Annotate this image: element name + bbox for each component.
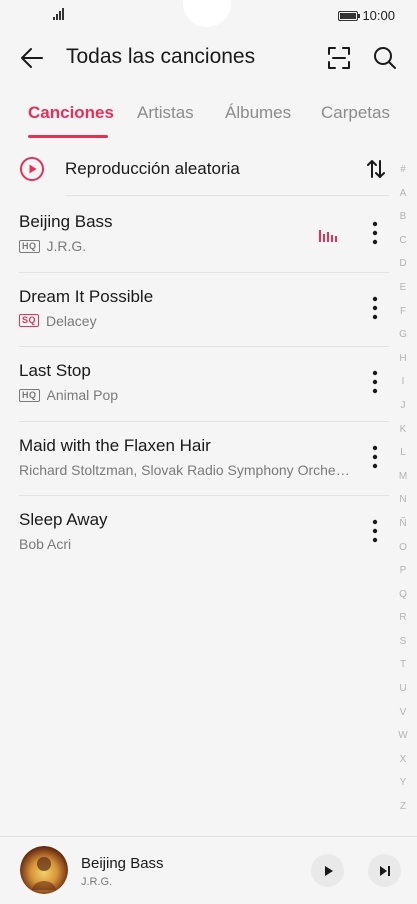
status-time: 10:00: [362, 8, 395, 23]
song-artist: Delacey: [46, 312, 97, 329]
more-options-icon[interactable]: [366, 295, 384, 321]
mini-player[interactable]: Beijing Bass J.R.G.: [0, 837, 417, 904]
next-track-button[interactable]: [368, 854, 401, 887]
alphabet-index-letter[interactable]: Ñ: [392, 512, 414, 536]
album-art[interactable]: [20, 846, 68, 894]
alphabet-index-letter[interactable]: J: [392, 394, 414, 418]
alphabet-index-letter[interactable]: M: [392, 465, 414, 489]
song-subtitle: Richard Stoltzman, Slovak Radio Symphony…: [19, 462, 350, 478]
status-bar: 10:00: [0, 0, 417, 30]
now-playing-bars-icon: [319, 230, 337, 242]
song-subtitle: SQ Delacey: [19, 313, 97, 329]
tab-artistas[interactable]: Artistas: [137, 103, 194, 123]
song-item[interactable]: Maid with the Flaxen Hair Richard Stoltz…: [0, 422, 395, 496]
tab-bar: Canciones Artistas Álbumes Carpetas: [0, 98, 417, 138]
song-artist: Animal Pop: [46, 387, 119, 403]
alphabet-index-letter[interactable]: A: [392, 182, 414, 206]
alphabet-index-letter[interactable]: B: [392, 205, 414, 229]
song-item[interactable]: Sleep Away Bob Acri: [0, 496, 395, 571]
song-title: Last Stop: [19, 361, 91, 380]
app-header: Todas las canciones: [0, 34, 417, 82]
now-playing-title: Beijing Bass: [81, 855, 164, 872]
page-title: Todas las canciones: [66, 45, 256, 68]
tab-canciones[interactable]: Canciones: [28, 103, 114, 123]
song-title: Maid with the Flaxen Hair: [19, 435, 211, 455]
song-title: Beijing Bass: [19, 212, 113, 231]
tab-albumes[interactable]: Álbumes: [225, 103, 291, 123]
alphabet-index[interactable]: # A B C D E F G H I J K L M N Ñ O P Q R S T U V W X Y Z: [392, 158, 414, 819]
divider: [65, 195, 389, 196]
active-tab-indicator: [28, 135, 108, 138]
more-options-icon[interactable]: [366, 369, 384, 395]
song-list: Beijing Bass HQ J.R.G. Dream It Possible…: [0, 198, 395, 571]
sort-icon[interactable]: [363, 156, 389, 182]
play-icon: [324, 865, 333, 876]
alphabet-index-letter[interactable]: G: [392, 323, 414, 347]
song-title: Sleep Away: [19, 510, 108, 529]
alphabet-index-letter[interactable]: F: [392, 300, 414, 324]
search-icon[interactable]: [371, 44, 399, 72]
alphabet-index-letter[interactable]: V: [392, 701, 414, 725]
play-circle-icon: [20, 157, 44, 181]
alphabet-index-letter[interactable]: L: [392, 441, 414, 465]
alphabet-index-letter[interactable]: X: [392, 748, 414, 772]
alphabet-index-letter[interactable]: N: [392, 488, 414, 512]
alphabet-index-letter[interactable]: S: [392, 630, 414, 654]
alphabet-index-letter[interactable]: H: [392, 347, 414, 371]
song-item[interactable]: Dream It Possible SQ Delacey: [0, 273, 395, 347]
song-artist: Bob Acri: [19, 536, 72, 552]
quality-badge: HQ: [19, 239, 40, 253]
play-button[interactable]: [311, 854, 344, 887]
alphabet-index-letter[interactable]: E: [392, 276, 414, 300]
alphabet-index-letter[interactable]: #: [392, 158, 414, 182]
skip-next-icon: [379, 865, 390, 876]
scan-icon[interactable]: [325, 44, 353, 72]
alphabet-index-letter[interactable]: W: [392, 724, 414, 748]
alphabet-index-letter[interactable]: Y: [392, 771, 414, 795]
more-options-icon[interactable]: [366, 518, 384, 544]
more-options-icon[interactable]: [366, 444, 384, 470]
song-subtitle: HQ J.R.G.: [19, 238, 86, 254]
shuffle-label: Reproducción aleatoria: [65, 159, 240, 178]
song-subtitle: HQ Animal Pop: [19, 387, 118, 403]
song-subtitle: Bob Acri: [19, 536, 71, 552]
alphabet-index-letter[interactable]: O: [392, 536, 414, 560]
song-artist: Richard Stoltzman, Slovak Radio Symphony…: [19, 461, 350, 478]
quality-badge: SQ: [19, 314, 40, 327]
alphabet-index-letter[interactable]: Z: [392, 795, 414, 819]
signal-icon: [53, 8, 64, 20]
alphabet-index-letter[interactable]: C: [392, 229, 414, 253]
camera-notch: [183, 0, 231, 27]
alphabet-index-letter[interactable]: K: [392, 418, 414, 442]
song-item[interactable]: Beijing Bass HQ J.R.G.: [0, 198, 395, 273]
back-arrow-icon[interactable]: [18, 44, 46, 72]
shuffle-all-row[interactable]: Reproducción aleatoria: [0, 146, 395, 196]
more-options-icon[interactable]: [366, 220, 384, 246]
tab-carpetas[interactable]: Carpetas: [321, 103, 390, 123]
alphabet-index-letter[interactable]: U: [392, 677, 414, 701]
alphabet-index-letter[interactable]: I: [392, 370, 414, 394]
song-item[interactable]: Last Stop HQ Animal Pop: [0, 347, 395, 422]
now-playing-artist: J.R.G.: [81, 876, 113, 888]
battery-status: 10:00: [338, 8, 395, 23]
alphabet-index-letter[interactable]: R: [392, 606, 414, 630]
quality-badge: HQ: [19, 388, 40, 402]
alphabet-index-letter[interactable]: T: [392, 653, 414, 677]
song-title: Dream It Possible: [19, 286, 154, 306]
alphabet-index-letter[interactable]: Q: [392, 583, 414, 607]
battery-icon: [338, 10, 361, 21]
alphabet-index-letter[interactable]: P: [392, 559, 414, 583]
alphabet-index-letter[interactable]: D: [392, 252, 414, 276]
song-artist: J.R.G.: [46, 238, 87, 254]
